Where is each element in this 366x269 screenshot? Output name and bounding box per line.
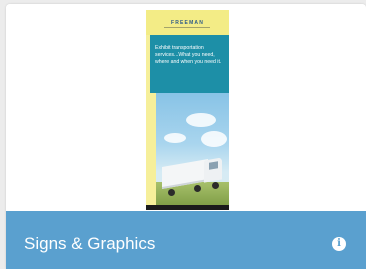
category-card[interactable]: FREEMAN Exhibit transportation services.…: [6, 4, 366, 269]
info-icon[interactable]: i: [332, 237, 346, 251]
banner-copy-text: Exhibit transportation services...What y…: [155, 45, 222, 65]
truck-wheel: [168, 189, 175, 196]
banner-stand-image: FREEMAN Exhibit transportation services.…: [146, 10, 229, 206]
banner-brand-text: FREEMAN: [170, 20, 205, 26]
banner-text-panel: Exhibit transportation services...What y…: [150, 35, 229, 93]
banner-truck-photo: [156, 93, 229, 206]
banner-stand-base: [146, 205, 229, 210]
cloud: [201, 131, 227, 147]
card-title[interactable]: Signs & Graphics: [24, 234, 155, 254]
banner-divider: [164, 27, 210, 28]
cloud: [164, 133, 186, 143]
truck-wheel: [212, 182, 219, 189]
truck-wheel: [194, 185, 201, 192]
card-footer[interactable]: Signs & Graphics i: [6, 211, 366, 269]
card-image[interactable]: FREEMAN Exhibit transportation services.…: [6, 4, 366, 211]
cloud: [186, 113, 216, 127]
